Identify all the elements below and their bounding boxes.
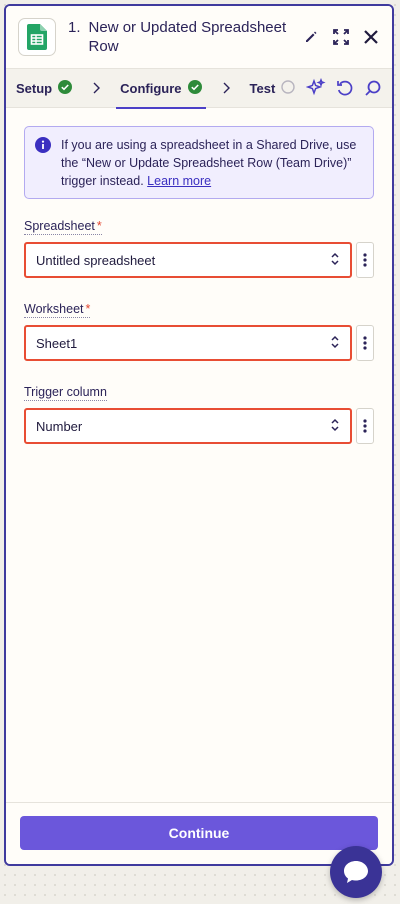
tab-configure-label: Configure xyxy=(120,80,182,96)
chevron-right-icon xyxy=(222,82,230,94)
continue-button[interactable]: Continue xyxy=(20,816,378,850)
expand-icon[interactable] xyxy=(332,28,350,46)
chevron-up-down-icon xyxy=(330,418,340,435)
more-options-icon[interactable] xyxy=(356,408,374,444)
search-icon[interactable] xyxy=(364,79,382,97)
step-title-text: New or Updated Spreadsheet Row xyxy=(88,19,287,55)
tab-test[interactable]: Test xyxy=(250,68,296,108)
panel-footer: Continue xyxy=(6,802,392,864)
chevron-right-icon xyxy=(92,82,101,94)
worksheet-field: Worksheet * Sheet1 xyxy=(24,300,374,361)
info-icon xyxy=(35,137,51,190)
google-sheets-icon xyxy=(18,18,56,56)
field-label: Trigger column xyxy=(24,385,107,401)
learn-more-link[interactable]: Learn more xyxy=(147,174,211,188)
required-asterisk: * xyxy=(96,219,102,233)
tab-setup-label: Setup xyxy=(16,80,53,96)
close-icon[interactable] xyxy=(364,30,378,44)
tab-configure[interactable]: Configure xyxy=(116,68,206,109)
check-circle-icon xyxy=(58,79,73,97)
undo-history-icon[interactable] xyxy=(336,79,354,97)
trigger-column-field: Trigger column Number xyxy=(24,383,374,444)
spreadsheet-select[interactable]: Untitled spreadsheet xyxy=(24,242,353,278)
trigger-column-select[interactable]: Number xyxy=(24,408,353,444)
chevron-up-down-icon xyxy=(330,252,340,269)
step-number: 1. xyxy=(68,19,81,36)
edit-pencil-icon[interactable] xyxy=(304,30,318,44)
tab-setup[interactable]: Setup xyxy=(16,68,73,108)
chevron-up-down-icon xyxy=(330,335,340,352)
select-value: Sheet1 xyxy=(36,335,78,351)
chat-bubble-icon[interactable] xyxy=(330,846,382,898)
shared-drive-notice: If you are using a spreadsheet in a Shar… xyxy=(24,126,374,199)
field-label: Worksheet * xyxy=(24,302,91,318)
field-label: Spreadsheet * xyxy=(24,219,102,235)
select-value: Number xyxy=(36,418,83,434)
panel-header: 1. New or Updated Spreadsheet Row xyxy=(6,6,392,68)
more-options-icon[interactable] xyxy=(356,325,374,361)
check-circle-icon xyxy=(187,79,202,97)
empty-circle-icon xyxy=(281,79,295,97)
spreadsheet-field: Spreadsheet * Untitled spreadsheet xyxy=(24,217,374,278)
more-options-icon[interactable] xyxy=(356,242,374,278)
step-tabs: Setup Configure Test xyxy=(6,68,392,109)
tab-test-label: Test xyxy=(249,80,276,96)
step-editor-panel: 1. New or Updated Spreadsheet Row Setup xyxy=(4,4,394,866)
step-title: 1. New or Updated Spreadsheet Row xyxy=(68,18,288,56)
sparkle-ai-icon[interactable] xyxy=(306,78,326,98)
worksheet-select[interactable]: Sheet1 xyxy=(24,325,353,361)
required-asterisk: * xyxy=(85,302,91,316)
select-value: Untitled spreadsheet xyxy=(36,252,156,268)
